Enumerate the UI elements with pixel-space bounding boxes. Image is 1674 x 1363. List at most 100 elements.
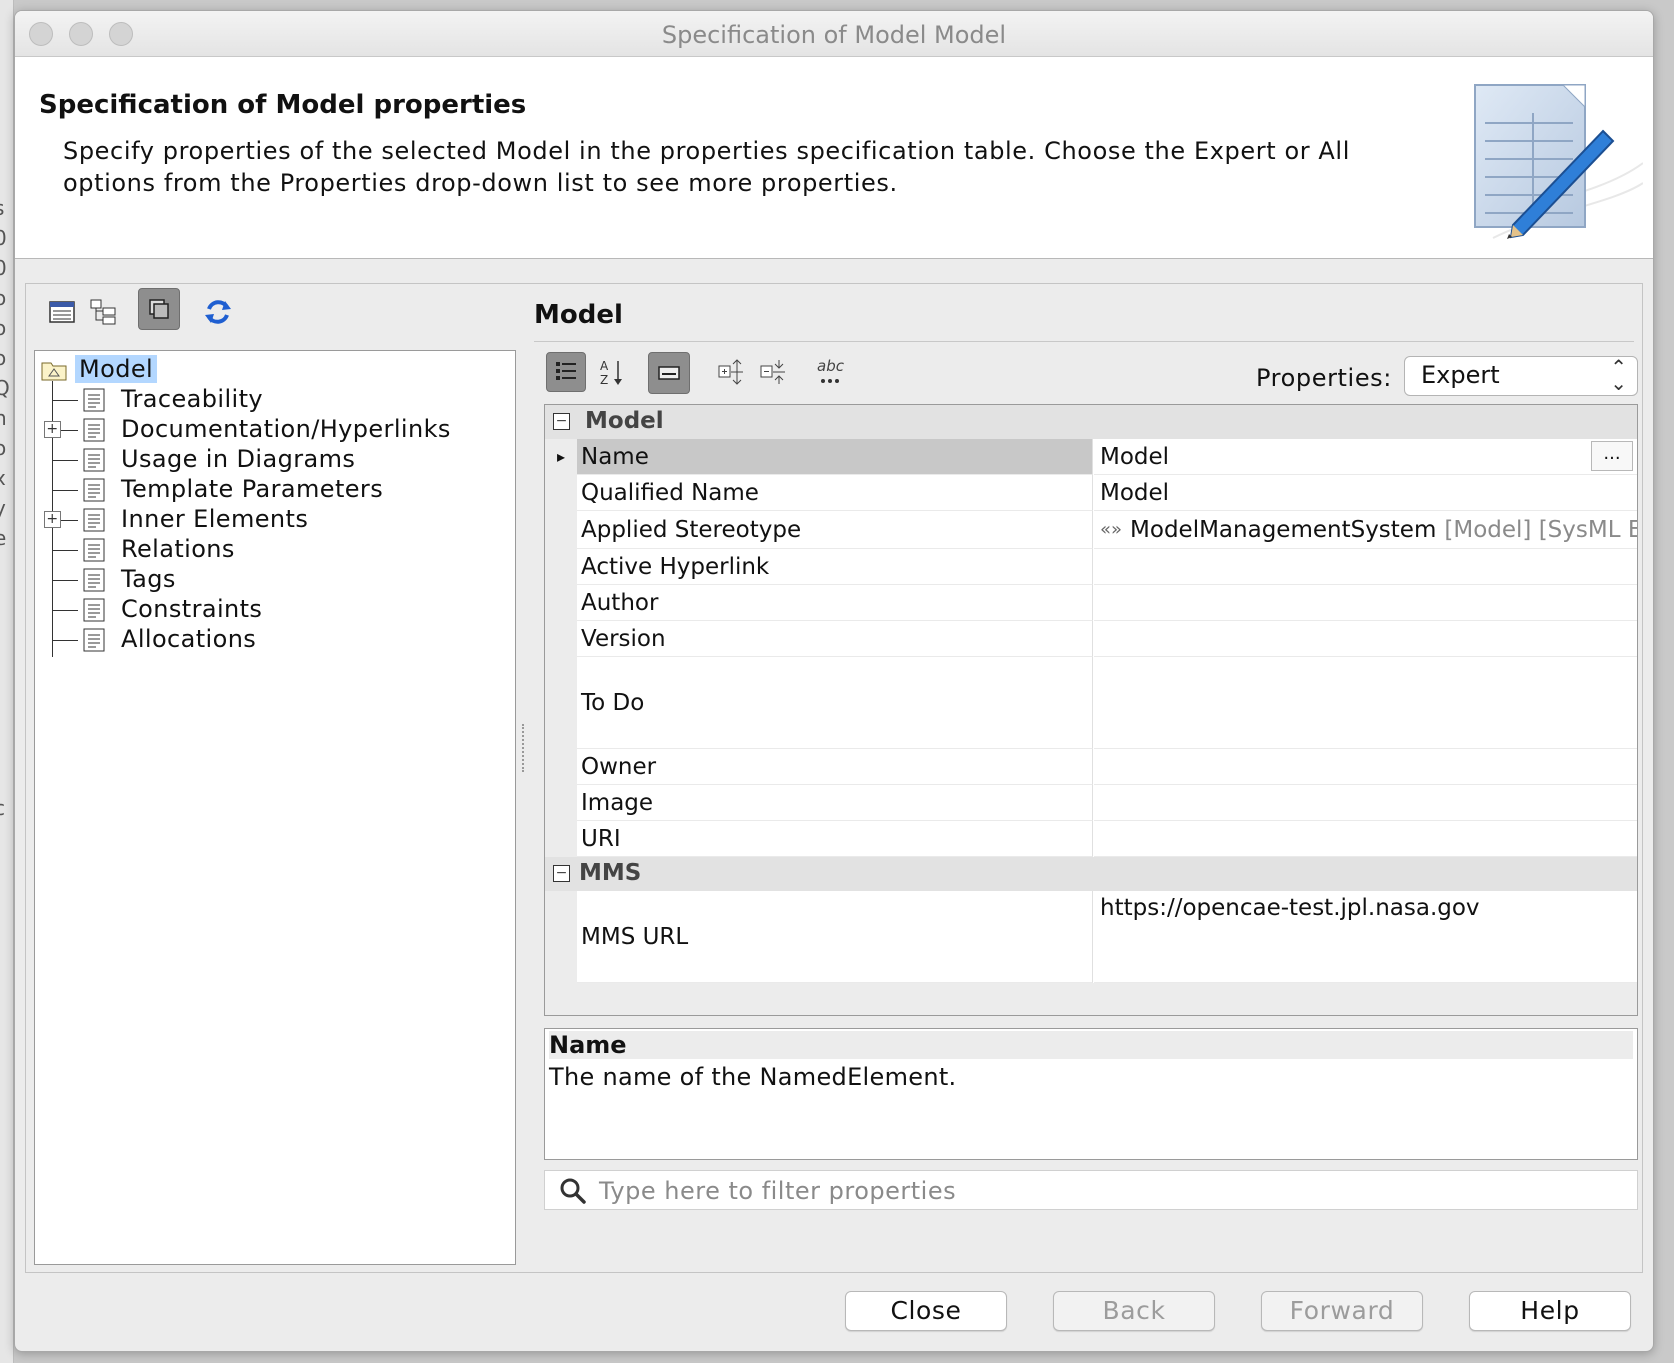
stereotype-icon: «» (1100, 519, 1123, 540)
property-name: Applied Stereotype (577, 511, 1093, 549)
tree-item-label: Inner Elements (121, 505, 309, 533)
filter-properties-field[interactable]: Type here to filter properties (544, 1170, 1638, 1210)
tree-item-label: Usage in Diagrams (121, 445, 356, 473)
tree-item[interactable]: + Documentation/Hyperlinks (35, 415, 515, 445)
group-label: Model (585, 408, 664, 434)
property-value[interactable] (1094, 585, 1637, 621)
table-row[interactable]: Owner (545, 749, 1637, 785)
title-bar[interactable]: Specification of Model Model (15, 11, 1653, 57)
table-row[interactable]: Version (545, 621, 1637, 657)
updown-chevron-icon: ⌃ ⌄ (1610, 355, 1627, 395)
property-value[interactable] (1094, 749, 1637, 785)
window-title: Specification of Model Model (661, 21, 1007, 49)
property-value[interactable] (1094, 621, 1637, 657)
table-row[interactable]: URI (545, 821, 1637, 857)
properties-dropdown-value: Expert (1421, 361, 1500, 389)
tree-item[interactable]: Constraints (35, 595, 515, 625)
table-view-icon[interactable] (42, 292, 82, 332)
property-name: Name (577, 439, 1093, 475)
header-title: Specification of Model properties (39, 90, 527, 120)
folder-icon (41, 359, 67, 387)
property-name: Version (577, 621, 1093, 657)
tree-item[interactable]: Tags (35, 565, 515, 595)
table-row[interactable]: MMS URL https://opencae-test.jpl.nasa.go… (545, 891, 1637, 983)
document-icon (83, 418, 105, 448)
show-description-icon[interactable] (648, 352, 690, 394)
tree-view-icon[interactable] (84, 292, 124, 332)
specification-dialog: Specification of Model Model Specificati… (14, 10, 1654, 1352)
properties-label: Properties: (1256, 364, 1392, 392)
property-value[interactable] (1094, 657, 1637, 749)
refresh-icon[interactable] (198, 292, 238, 332)
tree-item-root[interactable]: Model (35, 355, 515, 385)
close-button[interactable]: Close (845, 1291, 1007, 1331)
collapse-group-icon[interactable]: − (553, 865, 570, 882)
tree-item-label: Traceability (121, 385, 264, 413)
specification-tree[interactable]: Model Traceability + Documentation/Hyperli… (34, 350, 516, 1265)
forward-button[interactable]: Forward (1261, 1291, 1423, 1331)
expand-all-icon[interactable] (712, 352, 752, 392)
tree-item[interactable]: Relations (35, 535, 515, 565)
background-window-strip: s00 ooo Qno xye c (0, 0, 14, 1363)
tree-connector-line (52, 640, 78, 641)
property-name: MMS URL (577, 891, 1093, 983)
document-icon (83, 448, 105, 478)
property-value[interactable] (1094, 785, 1637, 821)
expand-node-icon[interactable]: + (44, 421, 61, 438)
property-value[interactable] (1094, 821, 1637, 857)
collapse-all-icon[interactable] (754, 352, 794, 392)
tree-item[interactable]: Template Parameters (35, 475, 515, 505)
tree-item[interactable]: Allocations (35, 625, 515, 655)
tree-item-label: Relations (121, 535, 235, 563)
specification-pencil-icon (1453, 63, 1644, 253)
expand-node-icon[interactable]: + (44, 511, 61, 528)
property-name: To Do (577, 657, 1093, 749)
back-button[interactable]: Back (1053, 1291, 1215, 1331)
property-value[interactable]: Model (1094, 475, 1637, 511)
group-header-model[interactable]: − Model (545, 405, 1637, 439)
group-label: MMS (579, 860, 642, 886)
property-value[interactable]: Model ... (1094, 439, 1637, 475)
table-row[interactable]: Active Hyperlink (545, 549, 1637, 585)
property-value[interactable]: https://opencae-test.jpl.nasa.gov (1094, 891, 1637, 983)
property-name: Owner (577, 749, 1093, 785)
property-name: Active Hyperlink (577, 549, 1093, 585)
tree-item-label: Constraints (121, 595, 263, 623)
group-header-mms[interactable]: − MMS (545, 857, 1637, 891)
tree-item-label: Tags (121, 565, 176, 593)
tree-connector-line (52, 460, 78, 461)
svg-text:A: A (600, 359, 609, 373)
properties-table[interactable]: − Model ▸ Name Model ... Qualified Name … (544, 404, 1638, 1016)
tree-item[interactable]: Usage in Diagrams (35, 445, 515, 475)
document-icon (83, 478, 105, 508)
property-value[interactable]: «» ModelManagementSystem [Model] [SysML … (1094, 511, 1637, 549)
table-row[interactable]: To Do (545, 657, 1637, 749)
sort-alphabetical-icon[interactable]: AZ (592, 352, 632, 392)
table-row[interactable]: Applied Stereotype «» ModelManagementSys… (545, 511, 1637, 549)
element-title: Model (534, 300, 623, 330)
properties-dropdown[interactable]: Expert ⌃ ⌄ (1404, 356, 1638, 396)
tree-item[interactable]: Traceability (35, 385, 515, 415)
collapse-group-icon[interactable]: − (553, 413, 570, 430)
copy-view-icon[interactable] (138, 288, 180, 330)
table-row[interactable]: Image (545, 785, 1637, 821)
tree-item[interactable]: + Inner Elements (35, 505, 515, 535)
split-pane-handle[interactable] (522, 724, 525, 772)
document-icon (83, 388, 105, 418)
table-row[interactable]: Author (545, 585, 1637, 621)
more-button[interactable]: ... (1591, 441, 1633, 471)
abc-labels-icon[interactable]: abc (812, 352, 852, 392)
divider (534, 341, 1634, 342)
description-text: The name of the NamedElement. (549, 1063, 957, 1091)
property-name: Author (577, 585, 1093, 621)
header-description: Specify properties of the selected Model… (63, 137, 1350, 197)
tree-connector-line (52, 610, 78, 611)
categorized-view-icon[interactable] (546, 352, 586, 392)
table-row[interactable]: Qualified Name Model (545, 475, 1637, 511)
row-pointer-icon: ▸ (557, 447, 566, 466)
help-button[interactable]: Help (1469, 1291, 1631, 1331)
table-row[interactable]: ▸ Name Model ... (545, 439, 1637, 475)
tree-connector-line (52, 400, 78, 401)
property-value[interactable] (1094, 549, 1637, 585)
property-name: Qualified Name (577, 475, 1093, 511)
